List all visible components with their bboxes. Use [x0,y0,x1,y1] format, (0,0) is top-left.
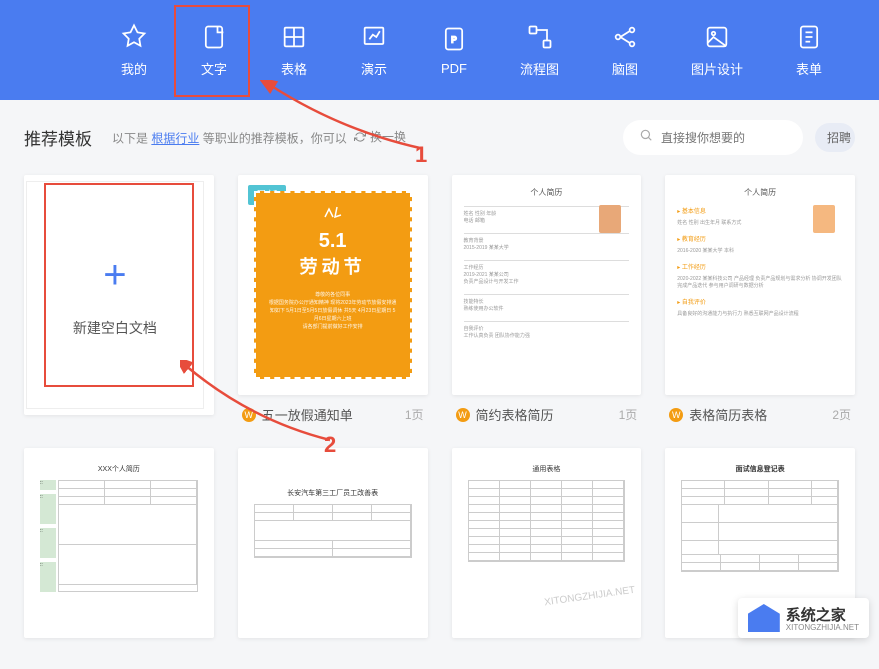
red-highlight-box [174,5,250,97]
nav-label: 图片设计 [691,59,743,78]
template-thumb[interactable]: 个人简历 姓名 性别 年龄电话 邮箱 教育背景2015-2019 某某大学 工作… [452,175,642,395]
nav-label: 表格 [281,59,307,78]
card-footer: W 简约表格简历 1页 [452,405,642,424]
subtitle-text: 以下是 根据行业 等职业的推荐模板，你可以 换一换 [112,128,406,147]
chart-icon [360,23,388,51]
card-footer: W 表格简历表格 2页 [665,405,855,424]
refresh-link[interactable]: 换一换 [354,128,406,145]
doc-preview: XXX个人简历 :: :: :: :: [40,464,198,622]
nav-label: 流程图 [520,59,559,78]
template-card: XXX个人简历 :: :: :: :: [24,448,214,638]
grid-icon [280,23,308,51]
photo-placeholder [599,205,621,233]
doc-type-icon: W [456,408,470,422]
nav-mindmap[interactable]: 脑图 [611,23,639,78]
nav-pdf[interactable]: P PDF [440,25,468,76]
template-card: 最新 5.1 劳动节 尊敬的各位同事根据国务院办公厅通知精神 现将2023年劳动… [238,175,428,424]
tag-button[interactable]: 招聘 [815,123,855,152]
nav-form[interactable]: 表单 [795,23,823,78]
mindmap-icon [611,23,639,51]
new-blank-card: + 新建空白文档 [24,175,214,424]
nav-label: 脑图 [612,59,638,78]
doc-preview: 长安汽车第三工厂员工改善表 [254,488,412,622]
card-footer: W 五一放假通知单 1页 [238,405,428,424]
search-box[interactable] [623,120,803,155]
header-row: 推荐模板 以下是 根据行业 等职业的推荐模板，你可以 换一换 招聘 [24,120,855,155]
nav-label: PDF [441,61,467,76]
brand-url: XITONGZHIJIA.NET [786,623,859,632]
content-area: 1 推荐模板 以下是 根据行业 等职业的推荐模板，你可以 换一换 招聘 [0,100,879,658]
card-title: W 简约表格简历 [456,405,554,424]
doc-preview: 个人简历 姓名 性别 年龄电话 邮箱 教育背景2015-2019 某某大学 工作… [464,187,630,383]
nav-label: 我的 [121,59,147,78]
section-title: 推荐模板 [24,125,92,150]
plus-icon: + [103,253,126,298]
flow-icon [526,23,554,51]
template-card: 个人简历 ▸ 基本信息 姓名 性别 出生年月 联系方式 ▸ 教育经历 2016-… [665,175,855,424]
new-blank-thumb[interactable]: + 新建空白文档 [24,175,214,415]
photo-placeholder [813,205,835,233]
nav-label: 文字 [201,59,227,78]
page-count: 2页 [832,406,851,423]
card-title: W 表格简历表格 [669,405,767,424]
template-thumb[interactable]: 通用表格 XITONGZHIJIA.NET [452,448,642,638]
watermark-text: XITONGZHIJIA.NET [543,585,635,609]
template-thumb[interactable]: 长安汽车第三工厂员工改善表 [238,448,428,638]
doc-type-icon: W [242,408,256,422]
industry-link[interactable]: 根据行业 [151,132,199,146]
svg-text:P: P [451,35,457,44]
doc-preview: 5.1 劳动节 尊敬的各位同事根据国务院办公厅通知精神 现将2023年劳动节放假… [254,191,412,379]
page-count: 1页 [619,406,638,423]
template-card: 长安汽车第三工厂员工改善表 [238,448,428,638]
form-icon [795,23,823,51]
search-icon [639,128,653,147]
doc-type-icon: W [669,408,683,422]
page-count: 1页 [405,406,424,423]
image-icon [703,23,731,51]
brand-name: 系统之家 [786,607,846,624]
doc-preview: 通用表格 XITONGZHIJIA.NET [468,464,626,622]
template-grid: + 新建空白文档 最新 5.1 劳动节 尊敬的各位同事根据国务院办公厅通知精神 … [24,175,855,638]
template-thumb[interactable]: 最新 5.1 劳动节 尊敬的各位同事根据国务院办公厅通知精神 现将2023年劳动… [238,175,428,395]
brand-logo: 系统之家 XITONGZHIJIA.NET [738,598,869,638]
pdf-icon: P [440,25,468,53]
nav-flowchart[interactable]: 流程图 [520,23,559,78]
nav-spreadsheet[interactable]: 表格 [280,23,308,78]
nav-image-design[interactable]: 图片设计 [691,23,743,78]
new-blank-label: 新建空白文档 [73,318,157,338]
nav-label: 演示 [361,59,387,78]
template-thumb[interactable]: 个人简历 ▸ 基本信息 姓名 性别 出生年月 联系方式 ▸ 教育经历 2016-… [665,175,855,395]
card-title: W 五一放假通知单 [242,405,353,424]
template-card: 通用表格 XITONGZHIJIA.NET [452,448,642,638]
top-navigation: 我的 文字 表格 演示 P PDF 流程图 脑图 [0,0,879,100]
search-area: 招聘 [623,120,855,155]
star-icon [120,23,148,51]
doc-preview: 个人简历 ▸ 基本信息 姓名 性别 出生年月 联系方式 ▸ 教育经历 2016-… [677,187,843,383]
nav-text[interactable]: 文字 [200,23,228,78]
logo-icon [748,604,780,632]
nav-label: 表单 [796,59,822,78]
document-icon [200,23,228,51]
search-input[interactable] [661,131,791,145]
template-thumb[interactable]: XXX个人简历 :: :: :: :: [24,448,214,638]
nav-my[interactable]: 我的 [120,23,148,78]
template-card: 个人简历 姓名 性别 年龄电话 邮箱 教育背景2015-2019 某某大学 工作… [452,175,642,424]
nav-presentation[interactable]: 演示 [360,23,388,78]
refresh-icon [354,131,366,143]
